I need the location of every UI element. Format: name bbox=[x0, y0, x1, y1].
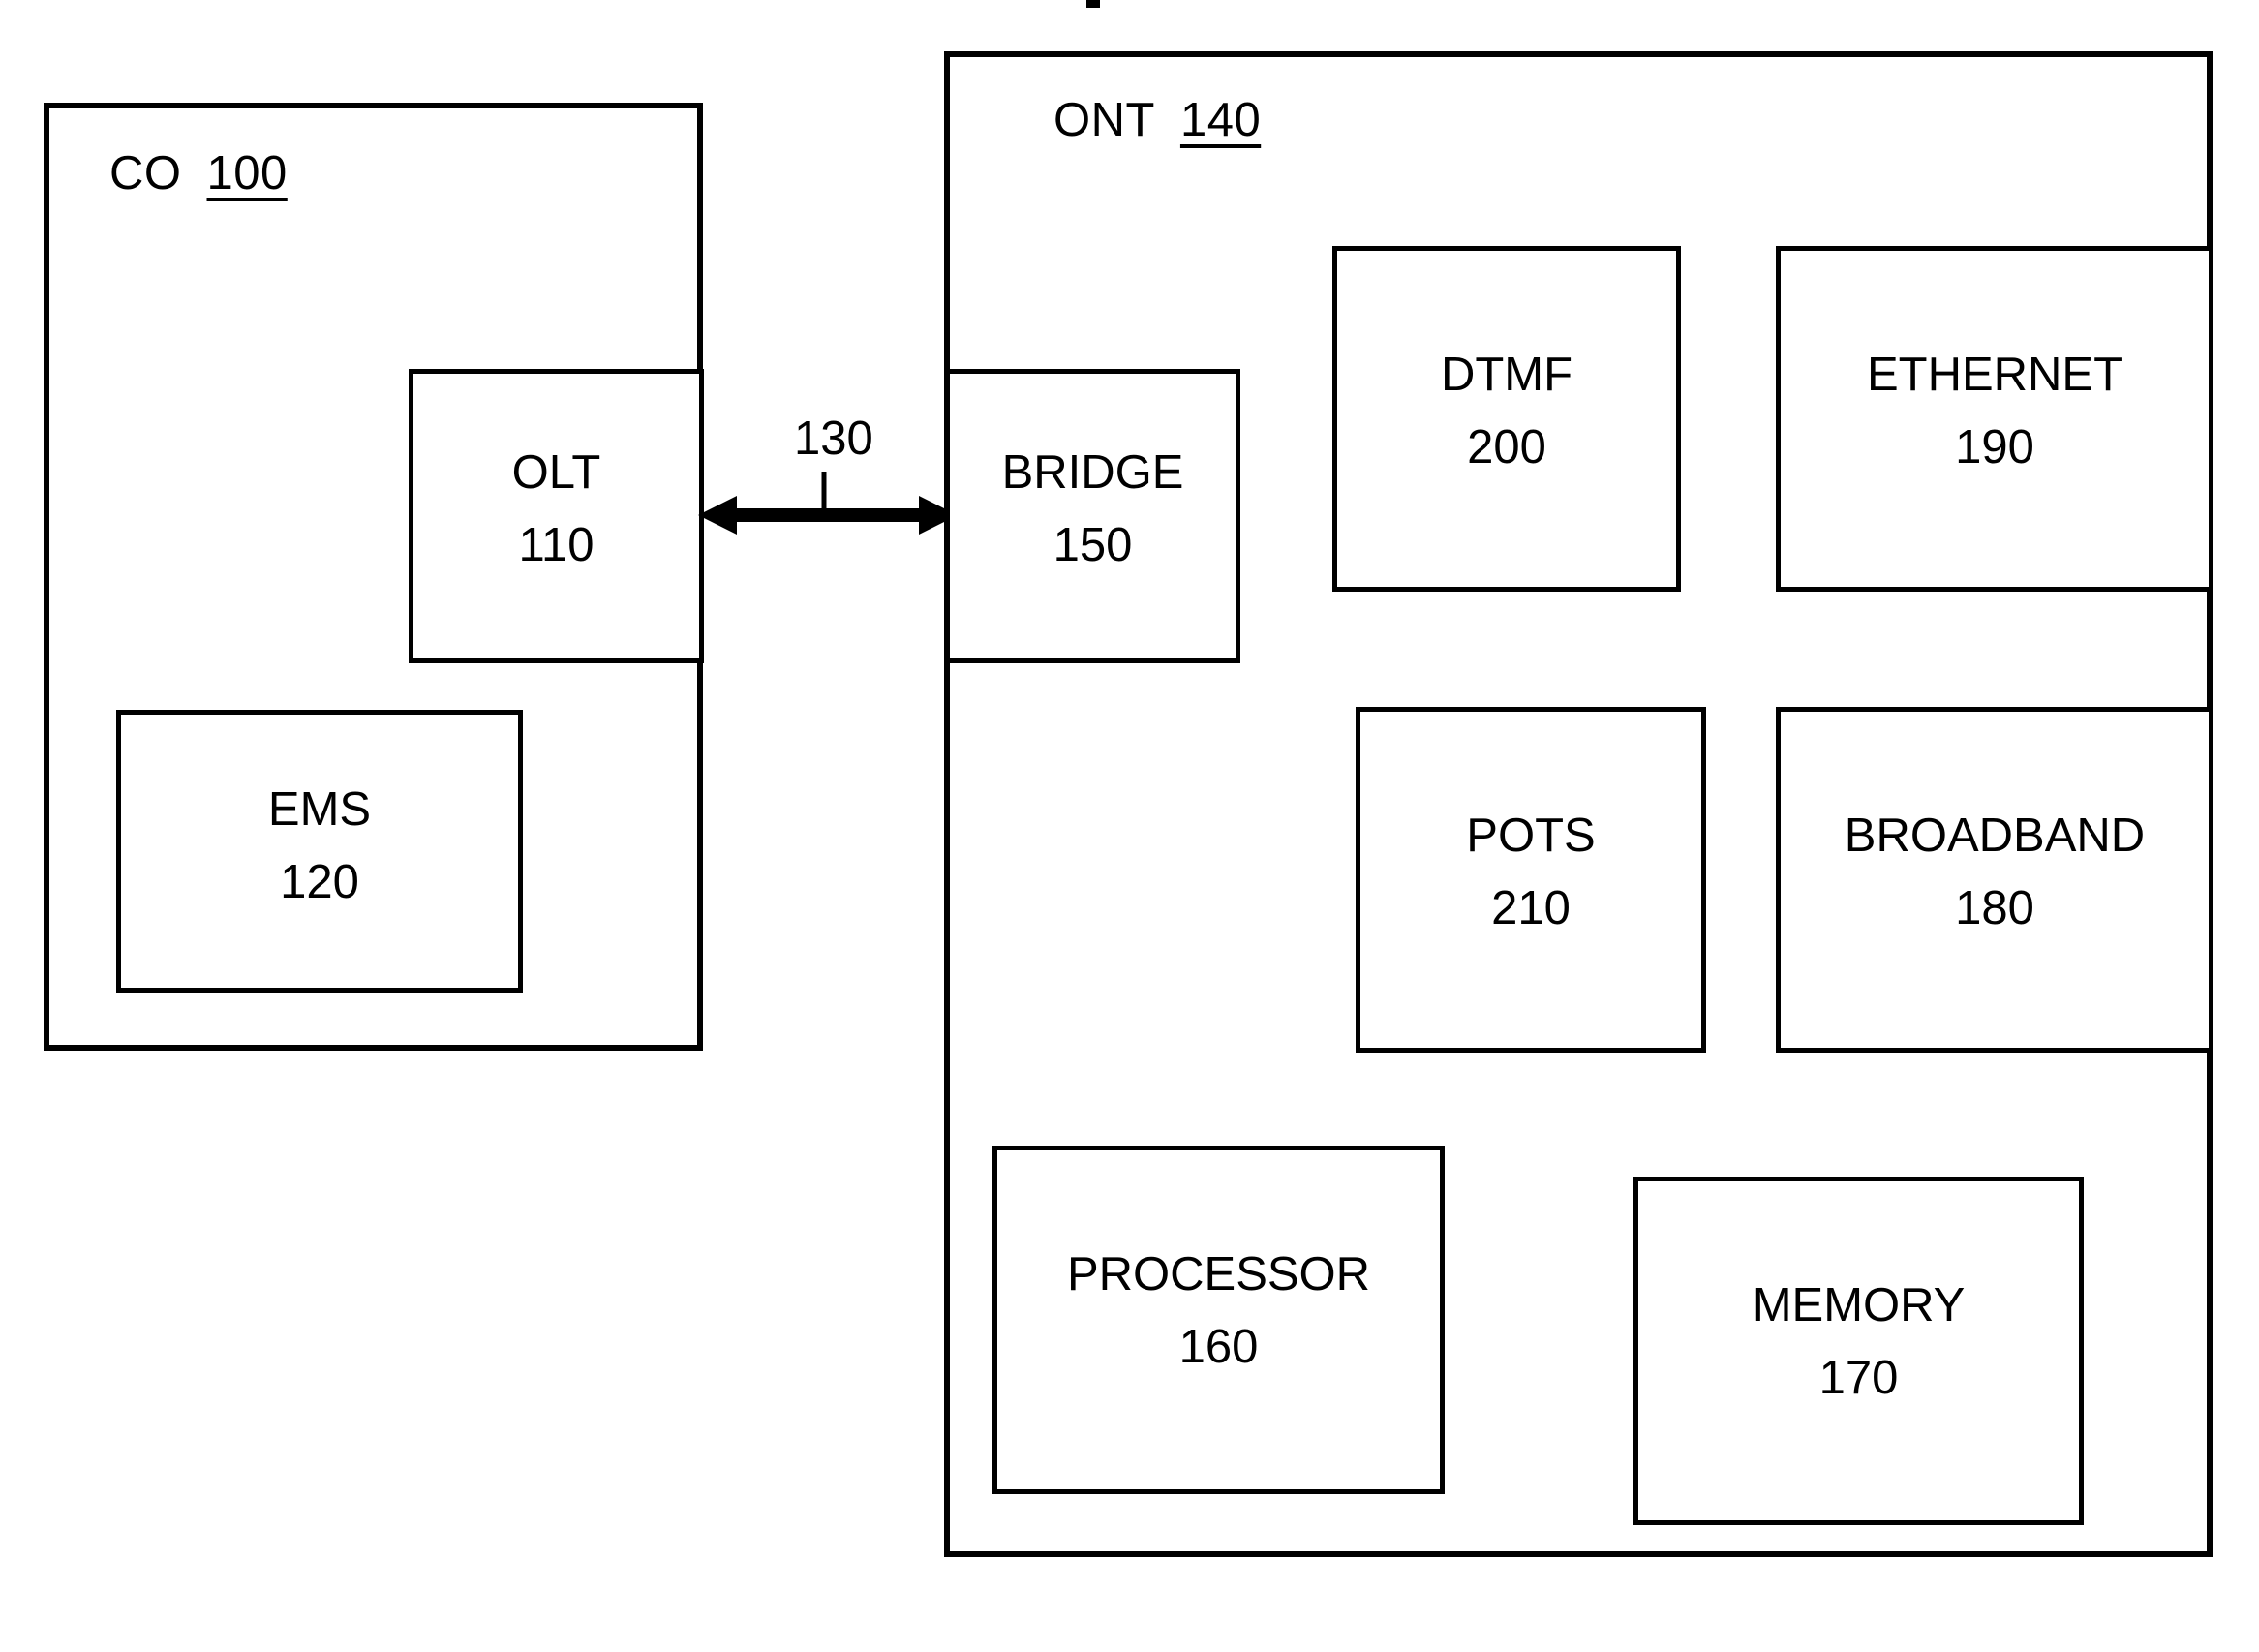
ems-number: 120 bbox=[280, 856, 359, 908]
ethernet-number: 190 bbox=[1955, 421, 2034, 474]
co-reference-numeral: 100 bbox=[206, 147, 288, 199]
co-label: CO bbox=[109, 147, 182, 199]
processor-block-label: PROCESSOR 160 bbox=[997, 1251, 1440, 1371]
dtmf-block-label: DTMF 200 bbox=[1337, 352, 1676, 472]
dtmf-name: DTMF bbox=[1440, 349, 1573, 401]
pots-block[interactable]: POTS 210 bbox=[1356, 707, 1706, 1053]
pots-block-label: POTS 210 bbox=[1360, 812, 1701, 933]
processor-number: 160 bbox=[1178, 1321, 1259, 1373]
dtmf-block[interactable]: DTMF 200 bbox=[1332, 246, 1681, 592]
olt-block[interactable]: OLT 110 bbox=[409, 369, 704, 663]
ems-block[interactable]: EMS 120 bbox=[116, 710, 523, 993]
ethernet-name: ETHERNET bbox=[1866, 349, 2123, 401]
bridge-number: 150 bbox=[1053, 519, 1133, 571]
processor-block[interactable]: PROCESSOR 160 bbox=[992, 1146, 1445, 1494]
ems-block-label: EMS 120 bbox=[121, 786, 518, 906]
olt-number: 110 bbox=[518, 519, 595, 571]
memory-block[interactable]: MEMORY 170 bbox=[1633, 1177, 2084, 1525]
ems-name: EMS bbox=[267, 783, 372, 836]
bridge-block[interactable]: BRIDGE 150 bbox=[945, 369, 1240, 663]
connector-reference-numeral: 130 bbox=[794, 413, 873, 465]
ethernet-block-label: ETHERNET 190 bbox=[1781, 352, 2209, 472]
memory-block-label: MEMORY 170 bbox=[1638, 1282, 2079, 1402]
broadband-name: BROADBAND bbox=[1844, 810, 2146, 862]
olt-block-label: OLT 110 bbox=[413, 449, 699, 569]
processor-name: PROCESSOR bbox=[1066, 1248, 1371, 1300]
ont-label: ONT bbox=[1053, 94, 1155, 146]
olt-bridge-connector bbox=[698, 472, 958, 535]
ont-container-title: ONT 140 bbox=[1053, 97, 1261, 144]
pots-number: 210 bbox=[1491, 882, 1571, 934]
olt-name: OLT bbox=[511, 446, 601, 499]
bridge-name: BRIDGE bbox=[1001, 446, 1184, 499]
broadband-block-label: BROADBAND 180 bbox=[1781, 812, 2209, 933]
caption-artifact-mark bbox=[1086, 0, 1100, 8]
broadband-block[interactable]: BROADBAND 180 bbox=[1776, 707, 2213, 1053]
broadband-number: 180 bbox=[1955, 882, 2034, 934]
memory-number: 170 bbox=[1818, 1352, 1899, 1404]
figure-canvas: CO 100 OLT 110 EMS 120 130 ONT 140 BRIDGE … bbox=[0, 0, 2259, 1652]
co-container-title: CO 100 bbox=[109, 150, 288, 198]
bridge-block-label: BRIDGE 150 bbox=[950, 449, 1236, 569]
ont-reference-numeral: 140 bbox=[1179, 94, 1262, 146]
dtmf-number: 200 bbox=[1467, 421, 1546, 474]
ethernet-block[interactable]: ETHERNET 190 bbox=[1776, 246, 2213, 592]
memory-name: MEMORY bbox=[1752, 1279, 1966, 1331]
pots-name: POTS bbox=[1466, 810, 1596, 862]
